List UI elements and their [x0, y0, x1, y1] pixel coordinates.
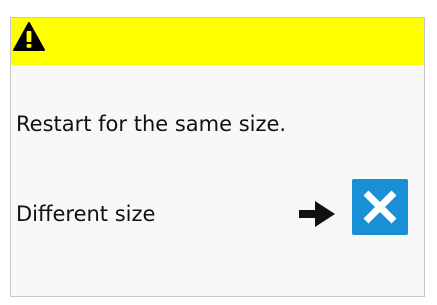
restart-same-size-text: Restart for the same size.	[16, 112, 287, 136]
arrow-right-icon	[299, 201, 335, 227]
different-size-text: Different size	[16, 202, 156, 226]
warning-dialog: Restart for the same size. Different siz…	[10, 17, 425, 297]
warning-triangle-icon	[13, 22, 45, 51]
warning-header-bar	[11, 18, 424, 65]
close-button[interactable]	[352, 179, 408, 235]
close-icon	[363, 190, 397, 224]
